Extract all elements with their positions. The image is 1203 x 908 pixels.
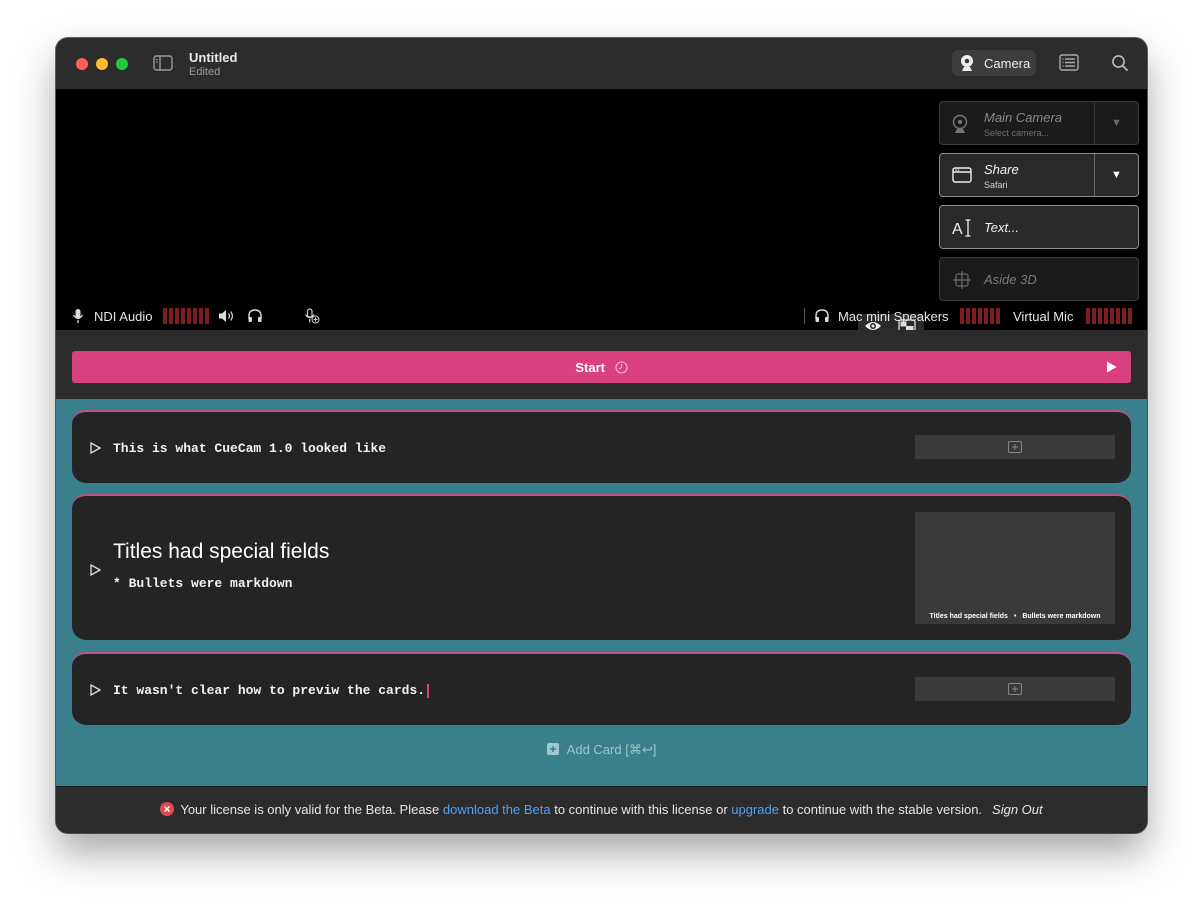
chevron-down-icon[interactable]: ▼ [1094, 102, 1138, 144]
chevron-down-icon[interactable]: ▼ [1094, 154, 1138, 196]
source-label: Main Camera [984, 110, 1063, 125]
card-preview-placeholder[interactable] [915, 677, 1115, 701]
add-preview-icon [1008, 683, 1022, 695]
audio-divider [804, 308, 805, 324]
microphone-icon[interactable] [72, 308, 84, 327]
error-icon [160, 802, 175, 819]
search-icon[interactable] [1111, 54, 1129, 77]
thumbnail-caption: Titles had special fields • Bullets were… [929, 613, 1101, 620]
window-subtitle: Edited [189, 66, 221, 78]
start-area: Start [56, 330, 1147, 399]
notes-icon[interactable] [1059, 54, 1079, 76]
headphones-icon[interactable] [814, 308, 830, 327]
license-banner: Your license is only valid for the Beta.… [56, 786, 1147, 833]
text-caret [427, 683, 430, 698]
zoom-window-button[interactable] [116, 58, 128, 70]
play-outline-icon[interactable] [90, 441, 102, 459]
play-outline-icon[interactable] [90, 563, 102, 581]
add-card-label: Add Card [⌘↩] [566, 742, 657, 757]
camera-button[interactable]: Camera [952, 50, 1036, 76]
start-label: Start [575, 360, 605, 375]
sign-out-button[interactable]: Sign Out [992, 802, 1043, 817]
close-window-button[interactable] [76, 58, 88, 70]
audio-input-label[interactable]: NDI Audio [94, 309, 153, 324]
source-sublabel: Safari [984, 180, 1008, 190]
source-share[interactable]: Share Safari ▼ [939, 153, 1139, 197]
timer-icon [615, 361, 628, 377]
webcam-icon [961, 55, 973, 71]
titlebar: Untitled Edited Camera [56, 38, 1147, 90]
license-text: Your license is only valid for the Beta.… [180, 802, 443, 817]
sidebar-toggle-icon[interactable] [153, 55, 173, 71]
audio-bar: NDI Audio Mac mini Speakers Virtual Mic [56, 300, 1147, 330]
source-main-camera[interactable]: Main Camera Select camera... ▼ [939, 101, 1139, 145]
license-text: to continue with the stable version. [778, 802, 983, 817]
source-label: Share [984, 162, 1019, 177]
download-beta-link[interactable]: download the Beta [443, 802, 551, 817]
add-card-button[interactable]: Add Card [⌘↩] [56, 742, 1147, 758]
cards-list: This is what CueCam 1.0 looked like Titl… [56, 399, 1147, 786]
headphones-icon[interactable] [247, 308, 263, 327]
svg-text:A: A [952, 221, 963, 238]
card-text[interactable]: This is what CueCam 1.0 looked like [113, 441, 386, 456]
source-aside-3d[interactable]: Aside 3D [939, 257, 1139, 301]
webcam-icon [952, 114, 968, 139]
app-window: Untitled Edited Camera Main Camera Selec… [56, 38, 1147, 833]
start-button[interactable]: Start [72, 351, 1131, 383]
card-preview-thumbnail[interactable]: Titles had special fields • Bullets were… [915, 512, 1115, 624]
add-preview-icon [1008, 441, 1022, 453]
card[interactable]: It wasn't clear how to previw the cards. [72, 652, 1131, 725]
card-title[interactable]: Titles had special fields [113, 540, 329, 564]
audio-output-label[interactable]: Mac mini Speakers [838, 309, 949, 324]
virtual-mic-label[interactable]: Virtual Mic [1013, 309, 1073, 324]
virtual-mic-meter [1086, 308, 1132, 324]
upgrade-link[interactable]: upgrade [731, 802, 779, 817]
play-icon[interactable] [1106, 361, 1117, 376]
source-text[interactable]: A Text... [939, 205, 1139, 249]
minimize-window-button[interactable] [96, 58, 108, 70]
plus-square-icon [546, 743, 559, 758]
source-sublabel: Select camera... [984, 128, 1050, 138]
source-label: Aside 3D [984, 272, 1037, 287]
text-cursor-icon: A [952, 218, 974, 243]
card-text-editor[interactable]: It wasn't clear how to previw the cards. [113, 683, 430, 698]
speaker-icon[interactable] [217, 308, 237, 327]
card-text[interactable]: * Bullets were markdown [113, 576, 292, 591]
aside-3d-icon [952, 270, 972, 295]
camera-button-label: Camera [984, 55, 1031, 71]
card-preview-placeholder[interactable] [915, 435, 1115, 459]
browser-window-icon [952, 166, 972, 189]
license-text: to continue with this license or [550, 802, 732, 817]
card[interactable]: Titles had special fields * Bullets were… [72, 494, 1131, 640]
add-microphone-icon[interactable] [304, 308, 320, 327]
output-level-meter [960, 308, 1000, 324]
play-outline-icon[interactable] [90, 683, 102, 701]
source-label: Text... [984, 220, 1019, 235]
window-title: Untitled [189, 50, 238, 65]
input-level-meter [163, 308, 209, 324]
card[interactable]: This is what CueCam 1.0 looked like [72, 410, 1131, 483]
